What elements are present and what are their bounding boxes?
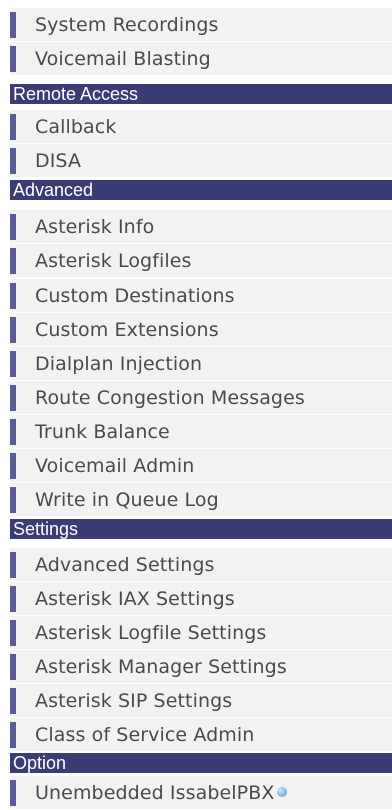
- menu-item-asterisk-iax-settings[interactable]: Asterisk IAX Settings: [10, 582, 392, 616]
- menu-item-voicemail-blasting[interactable]: Voicemail Blasting: [10, 42, 392, 76]
- item-bar: [10, 585, 16, 612]
- item-bar: [10, 247, 16, 274]
- menu-item-write-in-queue-log[interactable]: Write in Queue Log: [10, 483, 392, 517]
- menu-item-asterisk-manager-settings[interactable]: Asterisk Manager Settings: [10, 650, 392, 684]
- item-bar: [10, 486, 16, 513]
- menu-item-callback[interactable]: Callback: [10, 110, 392, 144]
- menu-item-label: Route Congestion Messages: [35, 386, 305, 409]
- menu-item-label: Trunk Balance: [35, 420, 170, 443]
- menu-item-custom-destinations[interactable]: Custom Destinations: [10, 279, 392, 313]
- menu-item-route-congestion-messages[interactable]: Route Congestion Messages: [10, 381, 392, 415]
- item-bar: [10, 45, 16, 72]
- menu-item-unembedded-issabelpbx[interactable]: Unembedded IssabelPBX: [10, 776, 392, 810]
- item-bar: [10, 282, 16, 309]
- menu-item-advanced-settings[interactable]: Advanced Settings: [10, 548, 392, 582]
- menu-item-dialplan-injection[interactable]: Dialplan Injection: [10, 347, 392, 381]
- menu-item-system-recordings[interactable]: System Recordings: [10, 8, 392, 42]
- menu-item-custom-extensions[interactable]: Custom Extensions: [10, 313, 392, 347]
- menu-item-label: Class of Service Admin: [35, 723, 255, 746]
- item-bar: [10, 418, 16, 445]
- menu-item-label: Asterisk SIP Settings: [35, 689, 233, 712]
- item-bar: [10, 316, 16, 343]
- menu-item-asterisk-info[interactable]: Asterisk Info: [10, 210, 392, 244]
- menu-item-label: Asterisk Logfiles: [35, 249, 192, 272]
- menu-item-label: DISA: [35, 149, 82, 172]
- section-header-settings[interactable]: Settings: [10, 519, 392, 539]
- side-menu: System Recordings Voicemail Blasting Rem…: [0, 0, 392, 810]
- menu-item-asterisk-sip-settings[interactable]: Asterisk SIP Settings: [10, 684, 392, 718]
- menu-item-label: Unembedded IssabelPBX: [35, 781, 275, 804]
- menu-item-label: Voicemail Admin: [35, 454, 195, 477]
- section-header-option[interactable]: Option: [10, 753, 392, 773]
- item-bar: [10, 687, 16, 714]
- menu-item-asterisk-logfile-settings[interactable]: Asterisk Logfile Settings: [10, 616, 392, 650]
- section-header-label: Advanced: [13, 180, 94, 200]
- item-bar: [10, 551, 16, 578]
- item-bar: [10, 619, 16, 646]
- section-header-label: Remote Access: [13, 84, 139, 104]
- menu-item-label: Asterisk IAX Settings: [35, 587, 235, 610]
- menu-item-label: Callback: [35, 115, 117, 138]
- section-header-label: Option: [13, 753, 67, 773]
- section-header-remote-access[interactable]: Remote Access: [10, 84, 392, 104]
- menu-item-disa[interactable]: DISA: [10, 144, 392, 178]
- item-bar: [10, 452, 16, 479]
- menu-item-label: Dialplan Injection: [35, 352, 203, 375]
- item-bar: [10, 113, 16, 140]
- menu-item-voicemail-admin[interactable]: Voicemail Admin: [10, 449, 392, 483]
- menu-item-label: Asterisk Info: [35, 215, 155, 238]
- menu-item-label: System Recordings: [35, 13, 219, 36]
- menu-item-trunk-balance[interactable]: Trunk Balance: [10, 415, 392, 449]
- menu-item-asterisk-logfiles[interactable]: Asterisk Logfiles: [10, 244, 392, 278]
- item-bar: [10, 350, 16, 377]
- item-bar: [10, 721, 16, 748]
- info-icon: [276, 786, 287, 797]
- item-bar: [10, 147, 16, 174]
- menu-item-class-of-service-admin[interactable]: Class of Service Admin: [10, 718, 392, 752]
- menu-item-label: Custom Destinations: [35, 284, 235, 307]
- menu-item-label: Custom Extensions: [35, 318, 219, 341]
- item-bar: [10, 11, 16, 38]
- section-header-advanced[interactable]: Advanced: [10, 180, 392, 200]
- section-header-label: Settings: [13, 519, 79, 539]
- item-bar: [10, 384, 16, 411]
- item-bar: [10, 213, 16, 240]
- menu-item-label: Asterisk Logfile Settings: [35, 621, 267, 644]
- menu-item-label: Asterisk Manager Settings: [35, 655, 287, 678]
- item-bar: [10, 779, 16, 806]
- menu-item-label: Voicemail Blasting: [35, 47, 211, 70]
- menu-item-label: Advanced Settings: [35, 553, 215, 576]
- item-bar: [10, 653, 16, 680]
- menu-item-label: Write in Queue Log: [35, 488, 219, 511]
